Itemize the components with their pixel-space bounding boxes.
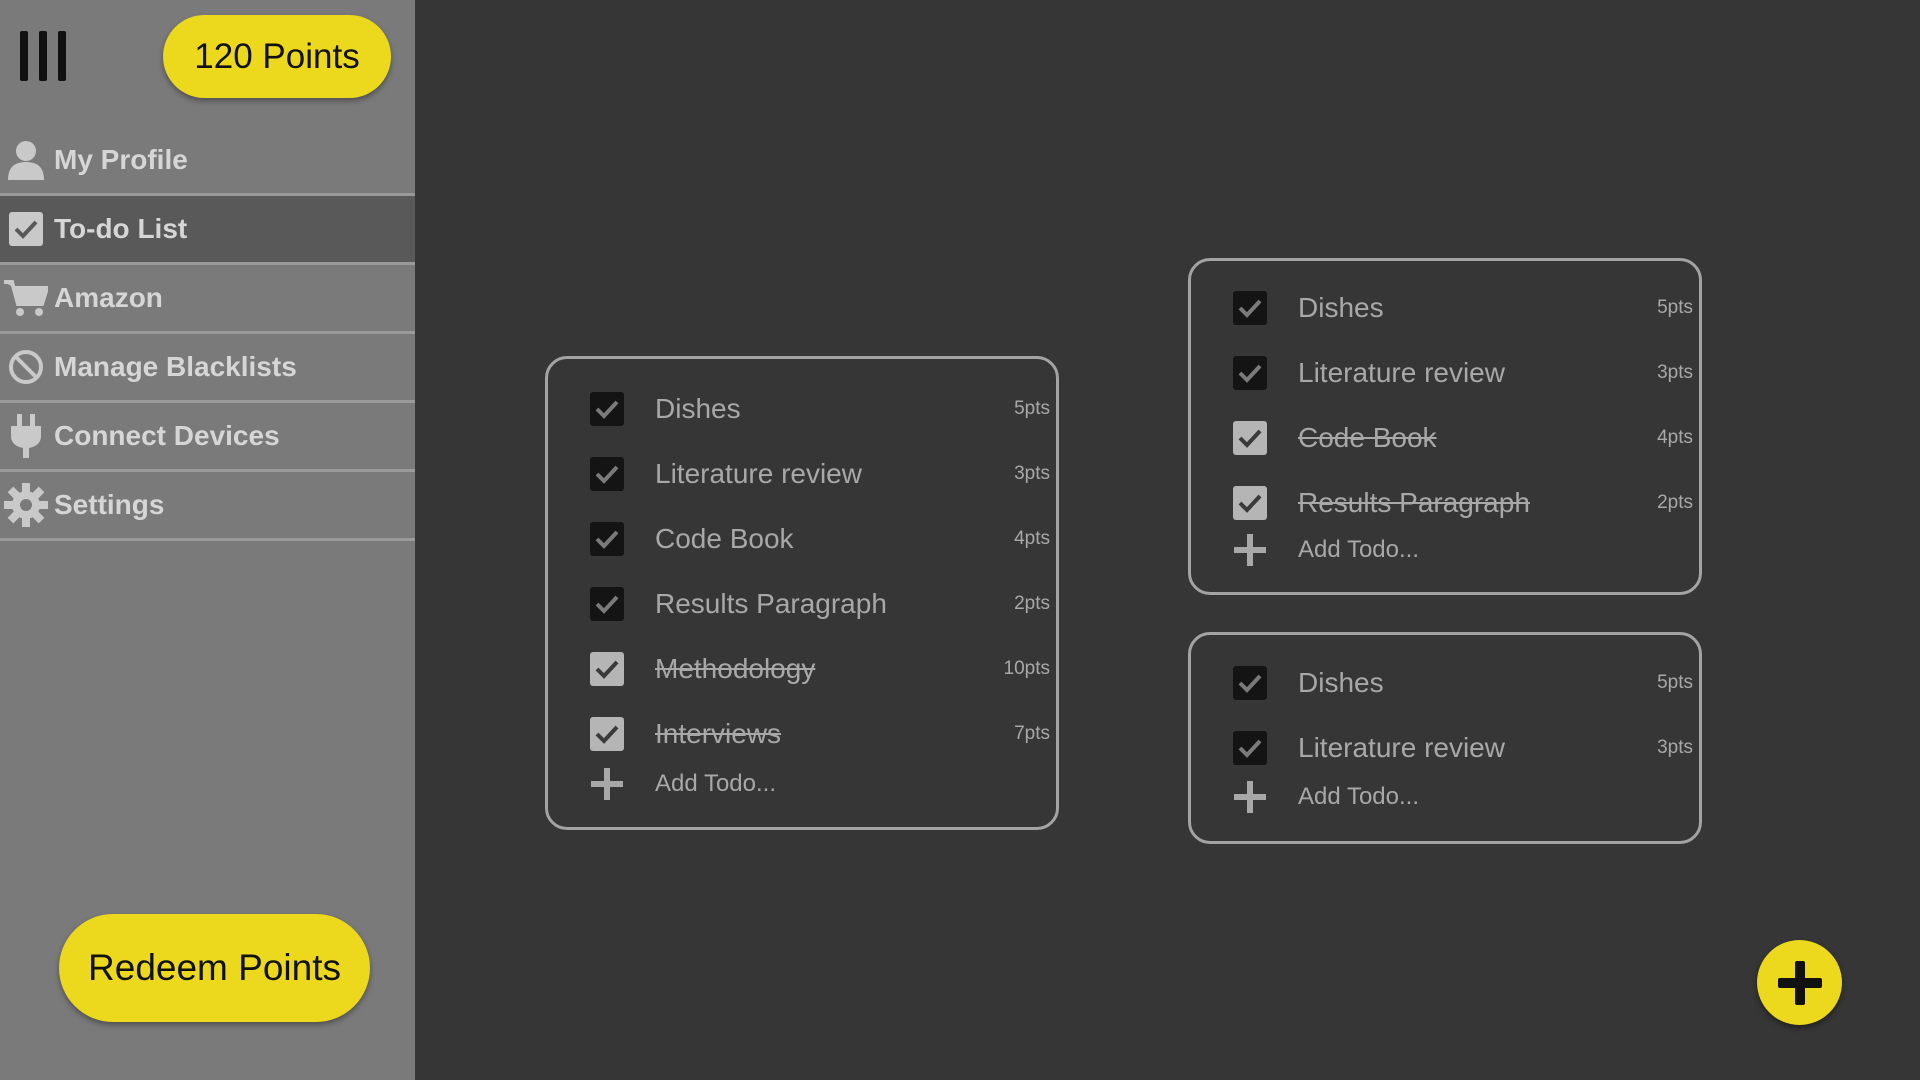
todo-text: Code Book xyxy=(1298,422,1437,453)
add-todo-input[interactable]: Add Todo... xyxy=(655,770,776,798)
sidebar-item-label: To-do List xyxy=(54,213,188,244)
todo-card-2: Dishes 5pts Literature review 3pts Code … xyxy=(1188,258,1702,595)
user-icon xyxy=(4,138,48,182)
list-item: Literature review 3pts xyxy=(1191,723,1699,773)
shopping-cart-icon xyxy=(4,276,48,320)
todo-text: Methodology xyxy=(655,653,816,684)
checkbox[interactable] xyxy=(590,522,624,556)
plus-icon xyxy=(1777,960,1822,1005)
todo-points: 3pts xyxy=(1657,362,1693,383)
list-item: Literature review 3pts xyxy=(1191,348,1699,398)
checkbox[interactable] xyxy=(590,587,624,621)
sidebar-item-label: My Profile xyxy=(54,144,188,175)
sidebar-nav: My Profile To-do List Amazon Manage Blac… xyxy=(0,127,415,541)
sidebar-item-settings[interactable]: Settings xyxy=(0,472,415,541)
checkbox[interactable] xyxy=(590,652,624,686)
list-item: Interviews 7pts xyxy=(548,709,1056,759)
todo-text: Dishes xyxy=(1298,667,1384,698)
block-icon xyxy=(4,345,48,389)
list-item: Code Book 4pts xyxy=(548,514,1056,564)
plus-icon xyxy=(1234,534,1266,566)
points-balance-button[interactable]: 120 Points xyxy=(163,15,391,98)
todo-points: 3pts xyxy=(1657,737,1693,758)
todo-points: 7pts xyxy=(1014,723,1050,744)
todo-text: Results Paragraph xyxy=(655,588,887,619)
checkbox[interactable] xyxy=(1233,356,1267,390)
todo-points: 2pts xyxy=(1657,492,1693,513)
todo-text: Interviews xyxy=(655,718,782,749)
checkbox[interactable] xyxy=(1233,666,1267,700)
sidebar-item-label: Amazon xyxy=(54,282,163,313)
add-todo-input[interactable]: Add Todo... xyxy=(1298,536,1419,564)
todo-text: Results Paragraph xyxy=(1298,487,1530,518)
add-todo-row[interactable]: Add Todo... xyxy=(1191,772,1699,822)
todo-points: 2pts xyxy=(1014,593,1050,614)
sidebar-item-connect-devices[interactable]: Connect Devices xyxy=(0,403,415,472)
checkbox[interactable] xyxy=(590,457,624,491)
todo-points: 10pts xyxy=(1003,658,1050,679)
add-todo-row[interactable]: Add Todo... xyxy=(1191,525,1699,575)
gear-icon xyxy=(4,483,48,527)
sidebar-item-my-profile[interactable]: My Profile xyxy=(0,127,415,196)
add-todo-input[interactable]: Add Todo... xyxy=(1298,783,1419,811)
todo-points: 5pts xyxy=(1657,297,1693,318)
sidebar-item-todo-list[interactable]: To-do List xyxy=(0,196,415,265)
todo-text: Dishes xyxy=(655,393,741,424)
checkbox[interactable] xyxy=(590,717,624,751)
plug-icon xyxy=(4,414,48,458)
list-item: Results Paragraph 2pts xyxy=(548,579,1056,629)
sidebar-item-label: Settings xyxy=(54,489,165,520)
list-item: Methodology 10pts xyxy=(548,644,1056,694)
list-item: Code Book 4pts xyxy=(1191,413,1699,463)
todo-points: 3pts xyxy=(1014,463,1050,484)
checkbox[interactable] xyxy=(1233,291,1267,325)
todo-text: Code Book xyxy=(655,523,794,554)
plus-icon xyxy=(1234,781,1266,813)
redeem-points-button[interactable]: Redeem Points xyxy=(59,914,370,1022)
todo-text: Literature review xyxy=(1298,357,1505,388)
todo-text: Literature review xyxy=(655,458,862,489)
checkbox[interactable] xyxy=(1233,731,1267,765)
sidebar-item-amazon[interactable]: Amazon xyxy=(0,265,415,334)
checkbox[interactable] xyxy=(590,392,624,426)
todo-points: 4pts xyxy=(1657,427,1693,448)
add-list-button[interactable] xyxy=(1757,940,1842,1025)
todo-points: 5pts xyxy=(1657,672,1693,693)
todo-points: 4pts xyxy=(1014,528,1050,549)
todo-card-3: Dishes 5pts Literature review 3pts Add T… xyxy=(1188,632,1702,844)
todo-text: Dishes xyxy=(1298,292,1384,323)
checkbox-icon xyxy=(4,207,48,251)
list-item: Results Paragraph 2pts xyxy=(1191,478,1699,528)
hamburger-menu-icon[interactable] xyxy=(20,31,66,81)
sidebar: 120 Points My Profile To-do List Amazon … xyxy=(0,0,415,1080)
plus-icon xyxy=(591,768,623,800)
list-item: Dishes 5pts xyxy=(548,384,1056,434)
todo-points: 5pts xyxy=(1014,398,1050,419)
todo-card-1: Dishes 5pts Literature review 3pts Code … xyxy=(545,356,1059,830)
list-item: Dishes 5pts xyxy=(1191,658,1699,708)
sidebar-item-label: Connect Devices xyxy=(54,420,280,451)
checkbox[interactable] xyxy=(1233,421,1267,455)
sidebar-item-label: Manage Blacklists xyxy=(54,351,297,382)
sidebar-item-manage-blacklists[interactable]: Manage Blacklists xyxy=(0,334,415,403)
list-item: Dishes 5pts xyxy=(1191,283,1699,333)
list-item: Literature review 3pts xyxy=(548,449,1056,499)
add-todo-row[interactable]: Add Todo... xyxy=(548,759,1056,809)
todo-text: Literature review xyxy=(1298,732,1505,763)
checkbox[interactable] xyxy=(1233,486,1267,520)
